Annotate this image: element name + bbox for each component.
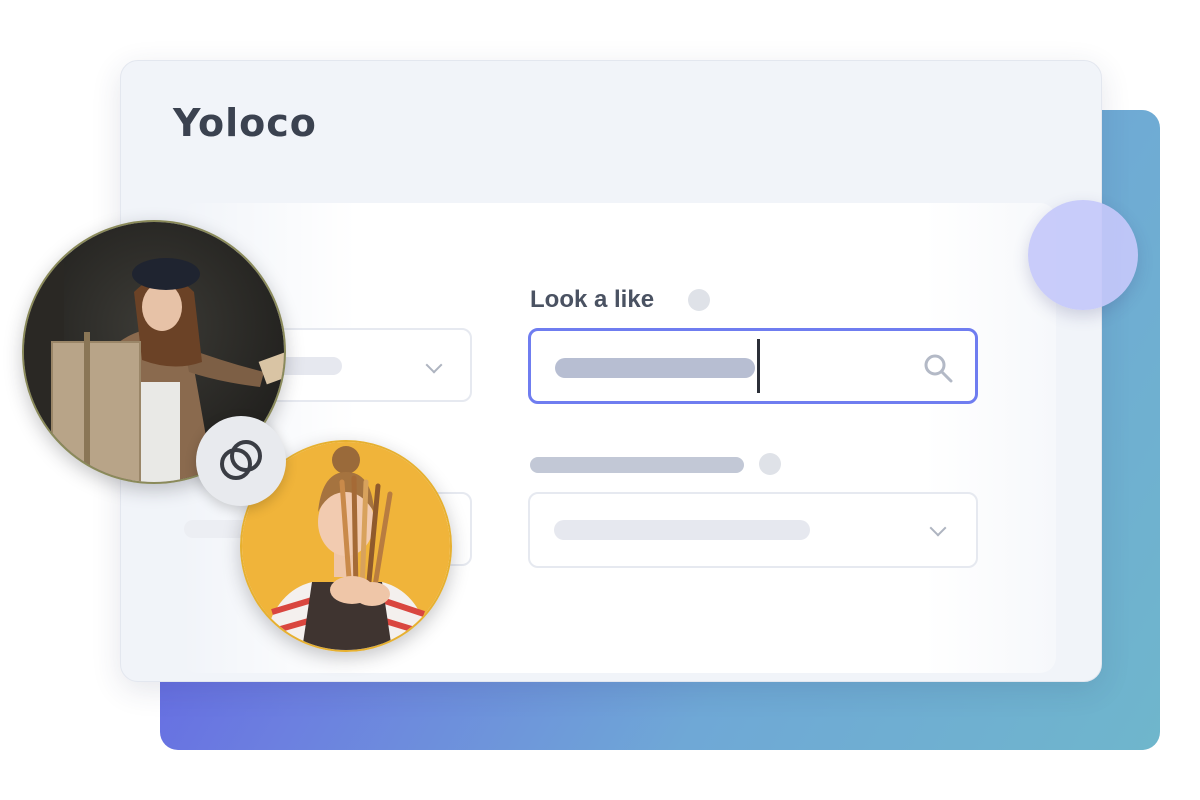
info-dot-icon[interactable] bbox=[759, 453, 781, 475]
search-icon[interactable] bbox=[921, 351, 955, 385]
search-value-bar bbox=[555, 358, 755, 378]
look-alike-label: Look a like bbox=[530, 286, 655, 313]
chevron-down-icon bbox=[929, 519, 947, 537]
placeholder-bar bbox=[554, 520, 810, 540]
link-rings-icon bbox=[220, 440, 262, 480]
look-alike-search-input[interactable] bbox=[528, 328, 978, 404]
right-select-2[interactable] bbox=[528, 492, 978, 568]
text-caret bbox=[757, 339, 760, 393]
link-badge[interactable] bbox=[196, 416, 286, 506]
brand-logo: Yoloco bbox=[173, 101, 317, 145]
decorative-circle bbox=[1028, 200, 1138, 310]
info-dot-icon[interactable] bbox=[688, 289, 710, 311]
chevron-down-icon bbox=[425, 356, 443, 374]
label-placeholder-bar bbox=[530, 457, 744, 473]
